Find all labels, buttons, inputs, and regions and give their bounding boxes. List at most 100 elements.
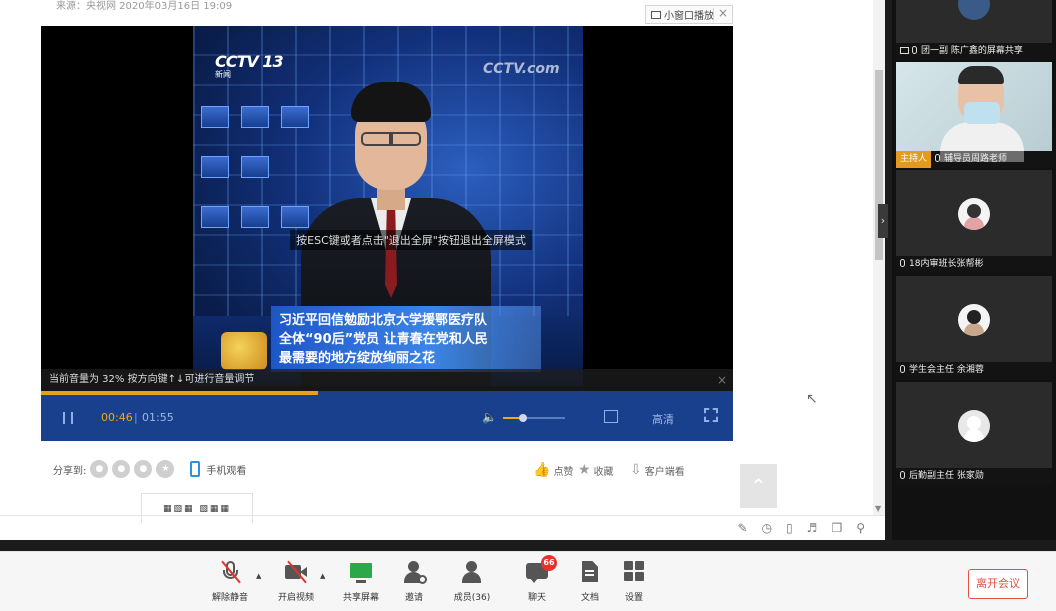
avatar <box>958 0 990 20</box>
mini-window-button[interactable]: 小窗口播放 × <box>645 5 733 24</box>
participant-tile[interactable]: 学生会主任 余湘蓉 <box>896 276 1052 379</box>
speaker-icon[interactable]: 🔈 <box>482 410 497 424</box>
video-hair <box>958 66 1004 84</box>
source-line: 来源：央视网 2020年03月16日 19:09 <box>56 1 233 12</box>
duration: 01:55 <box>142 411 174 424</box>
download-icon: ⇩ <box>630 462 642 478</box>
settings-button[interactable]: 设置 <box>604 560 664 603</box>
collapse-gallery-icon[interactable]: › <box>878 204 888 238</box>
fullscreen-icon[interactable] <box>704 408 718 422</box>
audio-options-chevron-icon[interactable]: ▲ <box>256 572 261 580</box>
shared-screen-area: 来源：央视网 2020年03月16日 19:09 小窗口播放 × CCTV 13… <box>0 0 885 540</box>
scroll-down-icon[interactable]: ▼ <box>875 504 881 513</box>
mouse-cursor-icon: ↖ <box>806 391 818 407</box>
sound-icon[interactable]: ♬ <box>807 521 818 535</box>
video-options-chevron-icon[interactable]: ▲ <box>320 572 325 580</box>
participant-name: 辅导员周路老师 <box>944 154 1008 164</box>
wechat-icon[interactable]: ● <box>134 460 153 478</box>
participant-label: 学生会主任 余湘蓉 <box>896 362 1052 379</box>
invite-icon <box>402 560 427 584</box>
tv-icon <box>651 10 661 19</box>
screen-share-icon <box>900 47 909 54</box>
participant-video <box>896 62 1052 162</box>
video-frame: CCTV 13 新闻 CCTV.com 习近平回信勉励北京大学援鄂医疗队 全体“… <box>193 26 583 386</box>
qq-icon[interactable]: ● <box>112 460 131 478</box>
qr-code-popup: ▦▧▦ ▧▦▦ <box>141 493 253 523</box>
picture-in-picture-icon[interactable] <box>604 410 618 423</box>
mic-icon <box>935 154 941 162</box>
copy-icon[interactable]: ❐ <box>831 521 842 535</box>
share-screen-button[interactable]: 共享屏幕 <box>331 560 391 603</box>
share-label: 分享到: <box>53 465 87 477</box>
mic-muted-icon <box>900 471 905 479</box>
caption-line-1: 习近平回信勉励北京大学援鄂医疗队 <box>279 313 488 328</box>
like-button[interactable]: 👍 点赞 <box>533 462 573 478</box>
video-player[interactable]: CCTV 13 新闻 CCTV.com 习近平回信勉励北京大学援鄂医疗队 全体“… <box>41 26 733 441</box>
members-button[interactable]: 成员(36) <box>442 560 502 603</box>
volume-slider[interactable] <box>503 414 565 422</box>
unmute-label: 解除静音 <box>211 593 248 603</box>
monitor <box>241 106 269 128</box>
document-icon <box>578 560 602 584</box>
share-screen-icon <box>349 560 373 584</box>
unmute-button[interactable]: 解除静音 <box>200 560 260 603</box>
participant-name: 团一副 陈广鑫的屏幕共享 <box>921 46 1023 56</box>
participant-tile[interactable]: 18内审班长张帮彬 <box>896 170 1052 273</box>
cctv13-logo: CCTV 13 新闻 <box>215 52 284 80</box>
share-row: 分享到: ● ● ● ★ 手机观看 <box>53 460 246 478</box>
participant-label: 18内审班长张帮彬 <box>896 256 1052 273</box>
members-icon <box>460 560 484 584</box>
close-icon[interactable]: × <box>718 6 728 20</box>
chat-button[interactable]: 66 聊天 <box>507 555 567 603</box>
camera-off-icon <box>284 560 308 584</box>
annotation-toolbar: ✎ ◷ ▯ ♬ ❐ ⚲ <box>738 521 865 535</box>
tie <box>385 208 397 298</box>
meeting-toolbar: 解除静音 ▲ 开启视频 ▲ 共享屏幕 邀请 成员(36) 66 聊天 文档 设置… <box>0 551 1056 611</box>
quality-button[interactable]: 高清 <box>652 411 674 427</box>
mobile-icon[interactable] <box>190 461 201 477</box>
close-icon[interactable]: × <box>717 369 727 391</box>
star-icon: ★ <box>578 462 591 478</box>
caption-line-3: 最需要的地方绽放绚丽之花 <box>279 351 436 366</box>
monitor <box>241 156 269 178</box>
volume-tip-bar: 当前音量为 32% 按方向键↑↓可进行音量调节 × <box>41 369 733 391</box>
pause-icon[interactable] <box>63 412 73 424</box>
invite-button[interactable]: 邀请 <box>384 560 444 603</box>
client-watch-button[interactable]: ⇩ 客户端看 <box>630 462 685 478</box>
player-controls: 00:46 | 01:55 🔈 高清 <box>41 395 733 441</box>
favorite-button[interactable]: ★ 收藏 <box>578 462 614 478</box>
clock-icon[interactable]: ◷ <box>762 521 772 535</box>
volume-knob[interactable] <box>518 414 527 422</box>
fullscreen-esc-tip: 按ESC键或者点击"退出全屏"按钮退出全屏模式 <box>290 230 532 250</box>
qzone-icon[interactable]: ★ <box>156 460 175 478</box>
pen-icon[interactable]: ✎ <box>738 521 748 535</box>
cctv-com-logo: CCTV.com <box>483 61 560 77</box>
participant-name: 学生会主任 余湘蓉 <box>909 365 984 375</box>
members-label: 成员(36) <box>453 593 491 603</box>
settings-grid-icon <box>622 560 646 584</box>
start-video-label: 开启视频 <box>277 593 314 603</box>
participant-tile-host[interactable]: 主持人 辅导员周路老师 <box>896 62 1052 168</box>
participant-label: 主持人 辅导员周路老师 <box>896 151 1052 168</box>
participant-name: 18内审班长张帮彬 <box>909 259 984 269</box>
invite-label: 邀请 <box>404 593 423 603</box>
start-video-button[interactable]: 开启视频 <box>266 560 326 603</box>
mic-muted-icon <box>900 259 905 267</box>
vertical-scrollbar[interactable]: ▼ <box>873 0 885 515</box>
divider <box>713 8 714 21</box>
leave-meeting-button[interactable]: 离开会议 <box>968 569 1028 599</box>
mini-window-label: 小窗口播放 <box>664 11 714 22</box>
weibo-icon[interactable]: ● <box>90 460 109 478</box>
search-icon[interactable]: ⚲ <box>856 521 865 535</box>
mobile-watch-label[interactable]: 手机观看 <box>206 462 246 477</box>
like-label: 点赞 <box>553 466 574 478</box>
settings-label: 设置 <box>624 593 643 603</box>
documents-label: 文档 <box>580 593 599 603</box>
chat-unread-badge: 66 <box>541 555 557 571</box>
trash-icon[interactable]: ▯ <box>786 521 793 535</box>
participant-tile[interactable]: 后勤副主任 张家勋 <box>896 382 1052 485</box>
back-to-top-button[interactable]: ⌃ <box>740 464 777 508</box>
participant-tile[interactable]: 团一副 陈广鑫的屏幕共享 <box>896 0 1052 60</box>
video-mask <box>964 102 1000 124</box>
mic-muted-icon <box>218 560 242 584</box>
